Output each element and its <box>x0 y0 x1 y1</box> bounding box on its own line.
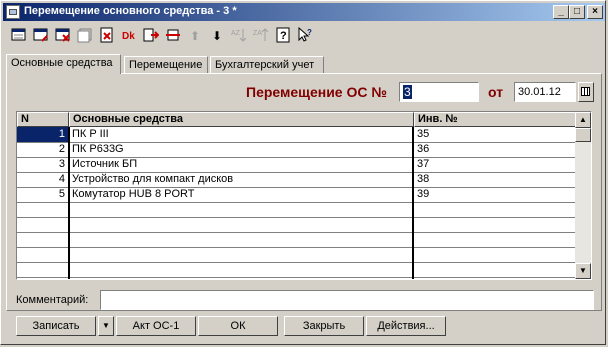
scroll-thumb[interactable] <box>575 128 591 142</box>
cell-n[interactable] <box>17 262 69 278</box>
cell-inv-number[interactable]: 35 <box>414 127 577 143</box>
ok-button[interactable]: ОК <box>198 316 278 336</box>
sort-asc-icon[interactable]: AZ <box>230 27 248 45</box>
column-divider <box>412 127 414 279</box>
arrow-down-icon[interactable]: ⬇ <box>208 27 226 45</box>
cell-asset-name[interactable]: ПК P III <box>69 127 414 143</box>
table-row[interactable]: 5 Комутатор HUB 8 PORT 39 <box>17 187 577 203</box>
vertical-scrollbar[interactable]: ▲ ▼ <box>575 112 591 279</box>
table-row[interactable]: 2 ПК P633G 36 <box>17 142 577 158</box>
toolbar: Dk ⬆ ⬇ AZ ZA ? ? <box>6 26 336 48</box>
copy-row-icon[interactable] <box>76 27 94 45</box>
document-icon <box>6 5 20 19</box>
doc-number-label: Перемещение ОС № <box>246 84 387 100</box>
col-header-n[interactable]: N <box>17 112 69 127</box>
cell-inv-number[interactable]: 39 <box>414 187 577 203</box>
cell-asset-name[interactable] <box>69 202 414 218</box>
cell-n[interactable]: 2 <box>17 142 69 158</box>
col-header-asset[interactable]: Основные средства <box>69 112 414 127</box>
act-os1-button[interactable]: Акт ОС-1 <box>116 316 196 336</box>
table-row[interactable] <box>17 217 577 233</box>
cell-n[interactable] <box>17 232 69 248</box>
cell-asset-name[interactable]: Источник БП <box>69 157 414 173</box>
cell-inv-number[interactable] <box>414 232 577 248</box>
cell-inv-number[interactable] <box>414 262 577 278</box>
table-header: N Основные средства Инв. № <box>17 112 577 127</box>
edit-row-icon[interactable] <box>32 27 50 45</box>
cell-n[interactable]: 4 <box>17 172 69 188</box>
close-dialog-button[interactable]: Закрыть <box>284 316 364 336</box>
cell-n[interactable] <box>17 202 69 218</box>
minimize-button[interactable]: _ <box>553 5 569 19</box>
svg-text:?: ? <box>307 28 312 37</box>
close-button[interactable]: × <box>587 5 603 19</box>
cell-n[interactable]: 5 <box>17 187 69 203</box>
doc-number-input[interactable]: 3 <box>399 82 479 102</box>
save-button[interactable]: Записать <box>16 316 96 336</box>
svg-text:AZ: AZ <box>231 30 241 37</box>
column-divider <box>68 127 70 279</box>
table-row[interactable] <box>17 247 577 263</box>
cell-inv-number[interactable]: 37 <box>414 157 577 173</box>
fill-icon[interactable] <box>164 27 182 45</box>
dk-icon[interactable]: Dk <box>120 27 138 45</box>
cell-inv-number[interactable]: 38 <box>414 172 577 188</box>
cell-asset-name[interactable]: ПК P633G <box>69 142 414 158</box>
move-left-icon[interactable] <box>142 27 160 45</box>
col-header-inv[interactable]: Инв. № <box>414 112 577 127</box>
window-title: Перемещение основного средства - 3 * <box>24 5 237 17</box>
svg-text:Dk: Dk <box>122 31 135 42</box>
table-row[interactable]: 3 Источник БП 37 <box>17 157 577 173</box>
cell-inv-number[interactable]: 36 <box>414 142 577 158</box>
delete-row-icon[interactable] <box>54 27 72 45</box>
scroll-down-button[interactable]: ▼ <box>575 263 591 279</box>
cell-asset-name[interactable] <box>69 217 414 233</box>
title-bar: Перемещение основного средства - 3 * _ □… <box>3 3 605 21</box>
cell-asset-name[interactable] <box>69 262 414 278</box>
tab-accounting[interactable]: Бухгалтерский учет <box>210 56 324 73</box>
cell-asset-name[interactable]: Устройство для компакт дисков <box>69 172 414 188</box>
cell-asset-name[interactable] <box>69 247 414 263</box>
scroll-up-button[interactable]: ▲ <box>575 112 591 128</box>
cell-n[interactable] <box>17 217 69 233</box>
sort-desc-icon[interactable]: ZA <box>252 27 270 45</box>
table-row[interactable]: 1 ПК P III 35 <box>17 127 577 143</box>
cell-inv-number[interactable] <box>414 202 577 218</box>
cell-n[interactable]: 1 <box>17 127 69 143</box>
cell-inv-number[interactable] <box>414 247 577 263</box>
table-row[interactable]: 4 Устройство для компакт дисков 38 <box>17 172 577 188</box>
date-input[interactable]: 30.01.12 <box>514 82 576 102</box>
cell-asset-name[interactable]: Комутатор HUB 8 PORT <box>69 187 414 203</box>
cell-inv-number[interactable] <box>414 217 577 233</box>
cell-n[interactable]: 3 <box>17 157 69 173</box>
table-row[interactable] <box>17 262 577 278</box>
date-label: от <box>488 84 504 100</box>
doc-number-value: 3 <box>403 85 412 99</box>
help-icon[interactable]: ? <box>274 27 292 45</box>
cell-asset-name[interactable] <box>69 232 414 248</box>
tab-fixed-assets[interactable]: Основные средства <box>6 54 121 74</box>
calendar-icon[interactable] <box>578 82 594 102</box>
add-row-icon[interactable] <box>10 27 28 45</box>
comment-label: Комментарий: <box>16 294 89 306</box>
assets-table: N Основные средства Инв. № 1 ПК P III 35 2 П… <box>16 111 592 280</box>
comment-input[interactable] <box>100 290 594 310</box>
svg-text:ZA: ZA <box>253 30 262 37</box>
mark-delete-icon[interactable] <box>98 27 116 45</box>
save-dropdown-button[interactable]: ▼ <box>98 316 114 336</box>
maximize-button[interactable]: □ <box>569 5 585 19</box>
table-row[interactable] <box>17 202 577 218</box>
actions-button[interactable]: Действия... <box>366 316 446 336</box>
context-help-icon[interactable]: ? <box>296 26 314 45</box>
cell-n[interactable] <box>17 247 69 263</box>
tab-movement[interactable]: Перемещение <box>124 56 208 73</box>
arrow-up-icon[interactable]: ⬆ <box>186 27 204 45</box>
table-row[interactable] <box>17 232 577 248</box>
svg-text:?: ? <box>280 30 287 42</box>
